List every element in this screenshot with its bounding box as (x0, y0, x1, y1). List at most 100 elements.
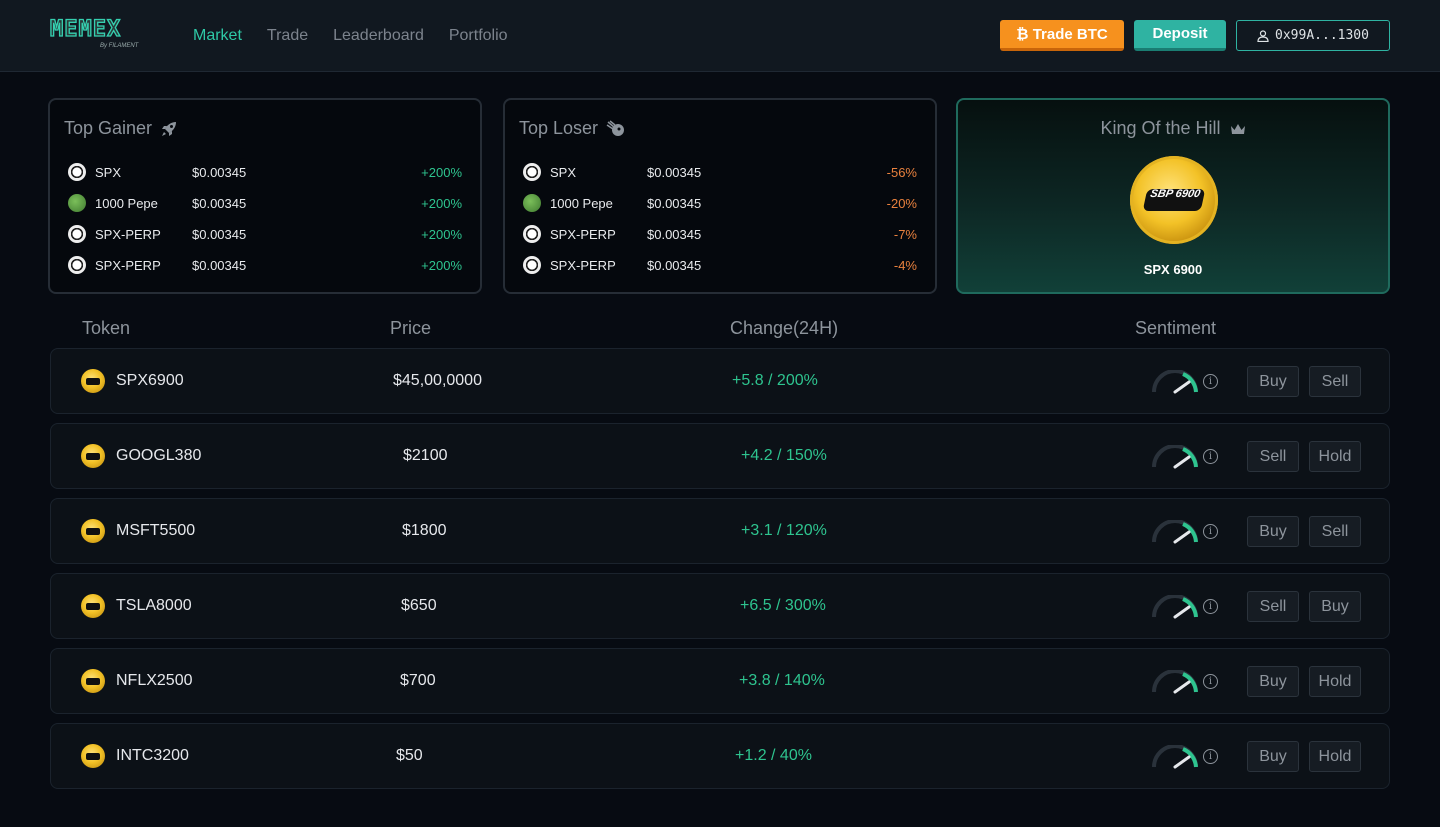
nav-market[interactable]: Market (193, 26, 242, 46)
mover-change: +200% (421, 258, 462, 273)
info-icon[interactable]: i (1203, 449, 1218, 464)
king-coin-text: SBP 6900 (1142, 188, 1206, 211)
king-of-the-hill-card[interactable]: King Of the Hill SBP 6900 SPX 6900 (956, 98, 1390, 294)
nav-leaderboard[interactable]: Leaderboard (333, 26, 424, 46)
king-coin-logo: SBP 6900 (1130, 156, 1218, 244)
token-coin-icon (81, 444, 105, 468)
deposit-button[interactable]: Deposit (1134, 20, 1226, 51)
mover-price: $0.00345 (647, 196, 702, 211)
mover-name: SPX (95, 165, 122, 180)
sentiment-gauge-icon (1152, 595, 1198, 619)
mover-row[interactable]: SPX $0.00345 -56% (521, 162, 917, 193)
mover-price: $0.00345 (192, 165, 247, 180)
action-button-1[interactable]: Buy (1247, 516, 1299, 547)
trade-btc-label: Trade BTC (1032, 26, 1108, 43)
action-button-2[interactable]: Hold (1309, 441, 1361, 472)
spx-coin-icon (523, 225, 541, 243)
table-row[interactable]: SPX6900 $45,00,0000 +5.8 / 200% i Buy Sell (50, 348, 1390, 414)
spx-coin-icon (68, 163, 86, 181)
header-token: Token (82, 318, 131, 338)
nav-portfolio[interactable]: Portfolio (449, 26, 508, 46)
token-change: +6.5 / 300% (740, 597, 826, 614)
token-coin-icon (81, 744, 105, 768)
mover-row[interactable]: SPX $0.00345 +200% (66, 162, 462, 193)
mover-row[interactable]: 1000 Pepe $0.00345 +200% (66, 193, 462, 224)
mover-name: 1000 Pepe (95, 196, 158, 211)
mover-price: $0.00345 (647, 165, 702, 180)
header-change: Change(24H) (730, 318, 839, 338)
action-button-1[interactable]: Sell (1247, 441, 1299, 472)
token-price: $1800 (402, 522, 447, 539)
trade-btc-button[interactable]: ₿ Trade BTC (1000, 20, 1124, 51)
pepe-coin-icon (68, 194, 86, 212)
user-icon (1257, 29, 1269, 42)
wallet-address: 0x99A...1300 (1275, 28, 1369, 43)
rocket-icon (162, 121, 177, 136)
mover-name: SPX-PERP (550, 227, 616, 242)
wallet-button[interactable]: 0x99A...1300 (1236, 20, 1390, 51)
spx-coin-icon (68, 256, 86, 274)
action-button-2[interactable]: Hold (1309, 666, 1361, 697)
info-icon[interactable]: i (1203, 374, 1218, 389)
token-price: $2100 (403, 447, 448, 464)
mover-row[interactable]: SPX-PERP $0.00345 -4% (521, 255, 917, 286)
token-price: $45,00,0000 (393, 372, 482, 389)
token-price: $650 (401, 597, 437, 614)
mover-change: -20% (886, 196, 917, 211)
token-name: INTC3200 (116, 747, 189, 764)
info-icon[interactable]: i (1203, 674, 1218, 689)
table-row[interactable]: INTC3200 $50 +1.2 / 40% i Buy Hold (50, 723, 1390, 789)
token-change: +1.2 / 40% (735, 747, 812, 764)
action-button-1[interactable]: Buy (1247, 666, 1299, 697)
mover-change: -56% (886, 165, 917, 180)
top-gainer-card: Top Gainer SPX $0.00345 +200% 1000 Pepe $0.0… (48, 98, 482, 294)
pepe-coin-icon (523, 194, 541, 212)
king-title-text: King Of the Hill (1100, 118, 1221, 138)
mover-change: -7% (893, 227, 917, 242)
info-icon[interactable]: i (1203, 749, 1218, 764)
mover-row[interactable]: SPX-PERP $0.00345 -7% (521, 224, 917, 255)
spx-coin-icon (523, 163, 541, 181)
logo-text: MEMEX (49, 17, 122, 42)
table-row[interactable]: MSFT5500 $1800 +3.1 / 120% i Buy Sell (50, 498, 1390, 564)
top-loser-title-text: Top Loser (519, 118, 599, 138)
token-change: +3.1 / 120% (741, 522, 827, 539)
action-button-2[interactable]: Buy (1309, 591, 1361, 622)
top-gainer-list: SPX $0.00345 +200% 1000 Pepe $0.00345 +200% SP… (66, 162, 462, 286)
token-price: $700 (400, 672, 436, 689)
sentiment-gauge-icon (1152, 670, 1198, 694)
nav-trade[interactable]: Trade (267, 26, 308, 46)
action-button-1[interactable]: Buy (1247, 366, 1299, 397)
table-row[interactable]: TSLA8000 $650 +6.5 / 300% i Sell Buy (50, 573, 1390, 639)
action-button-2[interactable]: Sell (1309, 366, 1361, 397)
action-button-2[interactable]: Hold (1309, 741, 1361, 772)
mover-name: SPX-PERP (95, 258, 161, 273)
table-row[interactable]: NFLX2500 $700 +3.8 / 140% i Buy Hold (50, 648, 1390, 714)
top-gainer-title-text: Top Gainer (64, 118, 153, 138)
action-button-2[interactable]: Sell (1309, 516, 1361, 547)
spx-coin-icon (523, 256, 541, 274)
mover-row[interactable]: 1000 Pepe $0.00345 -20% (521, 193, 917, 224)
action-button-1[interactable]: Buy (1247, 741, 1299, 772)
header-price: Price (390, 318, 432, 338)
token-name: GOOGL380 (116, 447, 202, 464)
mover-price: $0.00345 (647, 227, 702, 242)
mover-name: SPX-PERP (550, 258, 616, 273)
main-nav: Market Trade Leaderboard Portfolio (193, 26, 533, 46)
token-price: $50 (396, 747, 423, 764)
info-icon[interactable]: i (1203, 524, 1218, 539)
sentiment-gauge-icon (1152, 520, 1198, 544)
table-row[interactable]: GOOGL380 $2100 +4.2 / 150% i Sell Hold (50, 423, 1390, 489)
top-loser-card: Top Loser SPX $0.00345 -56% 1000 Pepe $0.003… (503, 98, 937, 294)
memex-logo[interactable]: MEMEX By FILAMENT (49, 17, 150, 54)
token-coin-icon (81, 594, 105, 618)
top-gainer-title: Top Gainer (64, 118, 178, 139)
mover-row[interactable]: SPX-PERP $0.00345 +200% (66, 255, 462, 286)
info-icon[interactable]: i (1203, 599, 1218, 614)
header-sentiment: Sentiment (1135, 318, 1217, 338)
mover-name: SPX-PERP (95, 227, 161, 242)
action-button-1[interactable]: Sell (1247, 591, 1299, 622)
mover-row[interactable]: SPX-PERP $0.00345 +200% (66, 224, 462, 255)
token-change: +5.8 / 200% (732, 372, 818, 389)
mover-price: $0.00345 (192, 227, 247, 242)
